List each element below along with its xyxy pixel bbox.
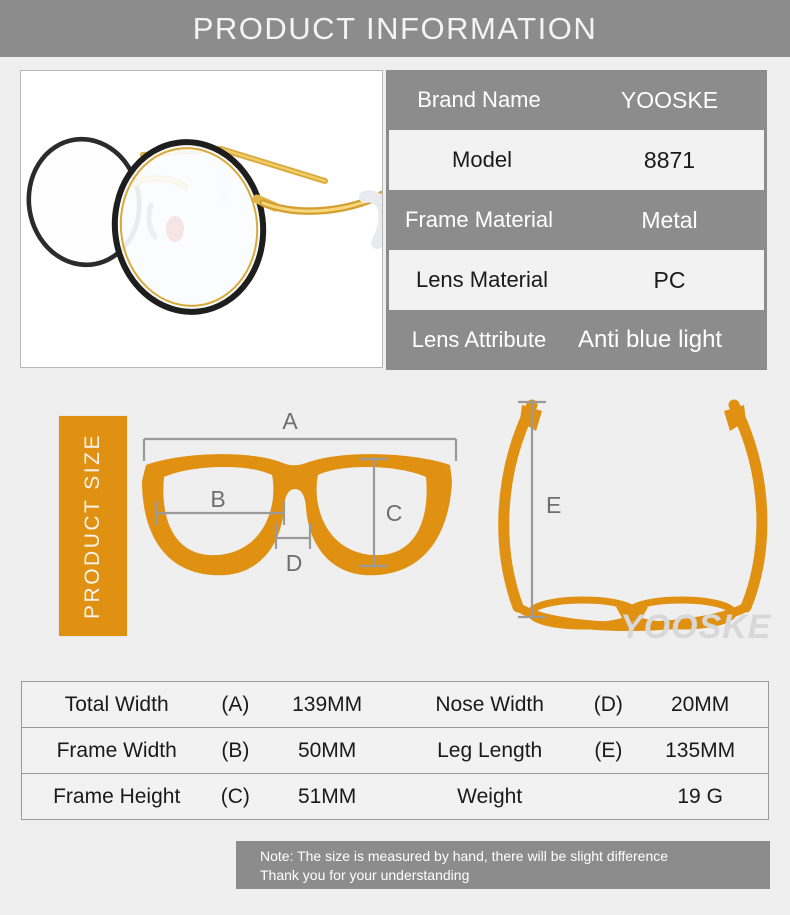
measure-label-leg-length: Leg Length <box>437 738 543 762</box>
spec-label-model: Model <box>452 147 512 172</box>
measure-label-frame-width: Frame Width <box>56 738 177 762</box>
spec-label-frame-material: Frame Material <box>405 207 553 232</box>
measure-code-total-width: (A) <box>221 692 250 716</box>
measure-code-frame-height: (C) <box>220 784 250 808</box>
spec-label-brand-name: Brand Name <box>417 87 541 112</box>
spec-label-lens-attribute: Lens Attribute <box>411 327 547 352</box>
measure-value-weight: 19 G <box>677 784 723 808</box>
eyeglasses-product-image <box>21 71 382 367</box>
dimension-marker-d-line <box>274 523 312 549</box>
right-temple-arm <box>728 399 768 613</box>
dimension-marker-b-label: B <box>210 486 225 512</box>
note-line-2: Thank you for your understanding <box>260 867 470 883</box>
measure-label-total-width: Total Width <box>64 692 169 716</box>
measure-value-frame-height: 51MM <box>297 784 357 808</box>
spec-value-lens-material: PC <box>653 266 686 293</box>
spec-value-brand-name: YOOSKE <box>620 86 719 113</box>
measurement-table: Total Width (A) 139MM Nose Width (D) 20M… <box>21 681 769 820</box>
spec-row-brand-name: Brand Name YOOSKE <box>386 70 767 130</box>
product-overview-section: Brand Name YOOSKE Model 8871 Frame Mater… <box>0 57 790 373</box>
measure-code-weight <box>584 774 632 820</box>
product-size-section: PRODUCT SIZE A B C D E <box>0 373 790 668</box>
front-view-diagram: A B C D <box>142 408 458 576</box>
measurement-note: Note: The size is measured by hand, ther… <box>236 841 770 889</box>
top-view-diagram: E <box>498 399 768 631</box>
measure-code-leg-length: (E) <box>594 738 623 762</box>
spec-value-frame-material: Metal <box>641 206 698 233</box>
table-row: Total Width (A) 139MM Nose Width (D) 20M… <box>22 682 769 728</box>
product-size-label: PRODUCT SIZE <box>81 433 104 619</box>
spec-row-lens-material: Lens Material PC <box>389 250 764 310</box>
left-temple-arm <box>498 399 538 613</box>
dimension-marker-d-label: D <box>286 550 303 576</box>
specification-table: Brand Name YOOSKE Model 8871 Frame Mater… <box>386 70 767 370</box>
page-title: PRODUCT INFORMATION <box>192 10 598 46</box>
measure-label-nose-width: Nose Width <box>435 692 544 716</box>
spec-row-lens-attribute: Lens Attribute Anti blue light <box>386 310 767 370</box>
spec-value-model: 8871 <box>643 146 696 173</box>
measure-label-frame-height: Frame Height <box>53 784 181 808</box>
product-size-banner: PRODUCT SIZE <box>58 415 128 637</box>
table-row: Frame Width (B) 50MM Leg Length (E) 135M… <box>21 727 769 774</box>
measure-value-total-width: 139MM <box>292 692 363 716</box>
spec-row-frame-material: Frame Material Metal <box>386 190 767 250</box>
dimension-marker-e-label: E <box>546 492 561 518</box>
measure-value-frame-width: 50MM <box>297 738 357 762</box>
table-row: Frame Height (C) 51MM Weight 19 G <box>21 773 769 820</box>
dimension-marker-c-label: C <box>386 500 403 526</box>
page-header: PRODUCT INFORMATION <box>0 0 790 57</box>
measure-code-frame-width: (B) <box>221 738 250 762</box>
measure-code-nose-width: (D) <box>593 692 623 716</box>
spec-row-model: Model 8871 <box>389 130 764 190</box>
spec-value-lens-attribute: Anti blue light <box>578 326 723 353</box>
note-line-1: Note: The size is measured by hand, ther… <box>260 848 669 864</box>
dimension-marker-a-label: A <box>282 408 298 434</box>
measure-label-weight: Weight <box>457 784 523 808</box>
product-photo[interactable] <box>20 70 383 368</box>
measure-value-leg-length: 135MM <box>665 738 736 762</box>
measure-value-nose-width: 20MM <box>670 692 730 716</box>
spec-label-lens-material: Lens Material <box>415 267 549 292</box>
